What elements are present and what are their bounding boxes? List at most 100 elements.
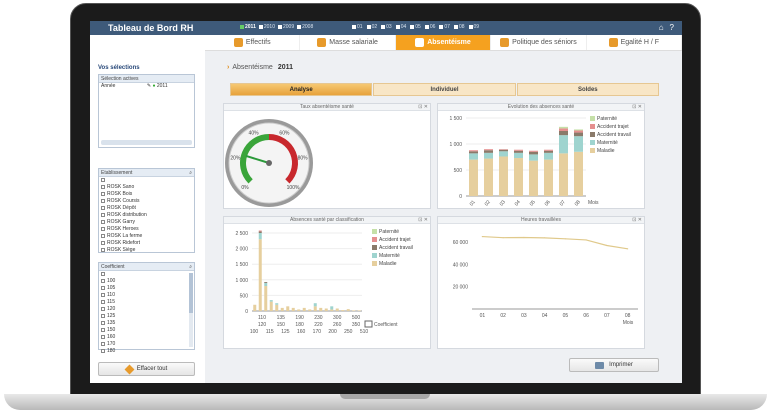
- help-icon[interactable]: ?: [670, 23, 674, 32]
- checkbox[interactable]: [395, 25, 400, 29]
- bar-segment-maladie[interactable]: [291, 307, 295, 311]
- clear-all-button[interactable]: Effacer tout: [98, 362, 195, 376]
- bar-segment-maladie[interactable]: [469, 159, 478, 196]
- horizontal-scrollbar[interactable]: [101, 140, 192, 145]
- bar-segment-accident-trajet[interactable]: [574, 130, 583, 133]
- list-item[interactable]: 120: [99, 306, 194, 313]
- line-point[interactable]: [627, 248, 629, 250]
- checkbox[interactable]: [258, 25, 263, 29]
- sub-tab[interactable]: Analyse: [230, 83, 373, 96]
- checkbox[interactable]: [101, 177, 105, 182]
- checkbox[interactable]: [101, 247, 105, 252]
- list-item[interactable]: 170: [99, 341, 194, 348]
- nav-tab[interactable]: Politique des séniors: [491, 35, 587, 50]
- list-item[interactable]: 100: [99, 278, 194, 285]
- list-item[interactable]: ROSK Bois: [99, 191, 194, 198]
- bar-segment-maladie[interactable]: [341, 310, 345, 311]
- line-point[interactable]: [523, 236, 525, 239]
- home-icon[interactable]: ⌂: [659, 23, 664, 32]
- panel-tools-icon[interactable]: ⊡ ✕: [418, 104, 428, 111]
- list-item[interactable]: 125: [99, 313, 194, 320]
- bar-segment-accident-trajet[interactable]: [484, 149, 493, 151]
- line-point[interactable]: [606, 244, 608, 247]
- nav-tab[interactable]: Egalité H / F: [587, 35, 682, 50]
- checkbox[interactable]: [101, 198, 105, 203]
- bar-segment-accident-travail[interactable]: [499, 149, 508, 152]
- list-item[interactable]: 160: [99, 334, 194, 341]
- checkbox[interactable]: [101, 334, 105, 339]
- bar-segment-accident-travail[interactable]: [264, 281, 268, 283]
- bar-segment-maternité[interactable]: [484, 152, 493, 159]
- checkbox[interactable]: [101, 226, 105, 231]
- month-chip-02[interactable]: 02: [366, 24, 377, 30]
- bar-segment-accident-trajet[interactable]: [559, 128, 568, 131]
- bar-segment-maladie[interactable]: [264, 286, 268, 311]
- line-point[interactable]: [585, 239, 587, 241]
- bar-segment-paternité[interactable]: [574, 129, 583, 131]
- bar-segment-maladie[interactable]: [308, 309, 312, 311]
- bar-segment-accident-trajet[interactable]: [499, 149, 508, 150]
- bar-segment-maladie[interactable]: [330, 309, 334, 311]
- checkbox[interactable]: [101, 240, 105, 245]
- search-icon[interactable]: ⌕: [189, 170, 192, 176]
- bar-segment-accident-travail[interactable]: [469, 151, 478, 154]
- bar-segment-accident-travail[interactable]: [514, 150, 523, 153]
- bar-segment-maladie[interactable]: [297, 309, 301, 311]
- month-chip-06[interactable]: 06: [424, 24, 435, 30]
- bar-segment-maladie[interactable]: [544, 159, 553, 196]
- bar-segment-accident-travail[interactable]: [258, 231, 262, 233]
- bar-segment-paternité[interactable]: [559, 126, 568, 129]
- month-chip-09[interactable]: 09: [468, 24, 479, 30]
- bar-segment-accident-travail[interactable]: [484, 150, 493, 153]
- list-item[interactable]: ROSK Ridefort: [99, 240, 194, 247]
- checkbox[interactable]: [101, 306, 105, 311]
- bar-segment-accident-travail[interactable]: [529, 151, 538, 155]
- list-item[interactable]: ROSK Dépôt: [99, 205, 194, 212]
- checkbox[interactable]: [101, 299, 105, 304]
- bar-segment-maladie[interactable]: [357, 310, 361, 311]
- checkbox[interactable]: [439, 25, 444, 29]
- bar-segment-maternité[interactable]: [499, 151, 508, 157]
- bar-segment-accident-travail[interactable]: [559, 131, 568, 136]
- checkbox[interactable]: [101, 348, 105, 353]
- checkbox[interactable]: [101, 191, 105, 196]
- list-item[interactable]: 150: [99, 327, 194, 334]
- bar-segment-maladie[interactable]: [319, 307, 323, 311]
- bar-segment-maladie[interactable]: [335, 308, 339, 311]
- bar-segment-maladie[interactable]: [258, 239, 262, 311]
- print-button[interactable]: Imprimer: [569, 358, 659, 372]
- list-item[interactable]: 115: [99, 299, 194, 306]
- bar-segment-maternité[interactable]: [258, 233, 262, 240]
- line-point[interactable]: [544, 237, 546, 239]
- bar-segment-maladie[interactable]: [286, 306, 290, 311]
- checkbox[interactable]: [381, 25, 386, 29]
- bar-segment-accident-travail[interactable]: [544, 150, 553, 153]
- bar-segment-accident-trajet[interactable]: [529, 150, 538, 152]
- list-item[interactable]: ROSK Coursis: [99, 198, 194, 205]
- checkbox[interactable]: [352, 25, 356, 29]
- bar-segment-maternité[interactable]: [313, 303, 317, 307]
- list-item[interactable]: 135: [99, 320, 194, 327]
- bar-segment-maternité[interactable]: [544, 152, 553, 160]
- checkbox[interactable]: [297, 25, 302, 29]
- bar-segment-maladie[interactable]: [313, 306, 317, 311]
- checkbox[interactable]: [101, 219, 105, 224]
- month-chip-03[interactable]: 03: [381, 24, 392, 30]
- checkbox[interactable]: [101, 205, 105, 210]
- checkbox[interactable]: [468, 25, 473, 29]
- bar-segment-maternité[interactable]: [264, 282, 268, 287]
- bar-segment-maladie[interactable]: [269, 301, 273, 311]
- year-chip-2010[interactable]: 2010: [258, 24, 275, 30]
- checkbox[interactable]: [101, 327, 105, 332]
- bar-segment-maladie[interactable]: [302, 307, 306, 311]
- line-point[interactable]: [564, 238, 566, 240]
- checkbox[interactable]: [101, 320, 105, 325]
- month-chip-01[interactable]: 01: [352, 24, 363, 30]
- checkbox[interactable]: [366, 25, 371, 29]
- month-chip-07[interactable]: 07: [439, 24, 450, 30]
- month-chip-04[interactable]: 04: [395, 24, 406, 30]
- sub-tab[interactable]: Soldes: [516, 83, 659, 96]
- panel-tools-icon[interactable]: ⊡ ✕: [632, 217, 642, 224]
- hours-line[interactable]: [482, 235, 628, 250]
- checkbox[interactable]: [101, 233, 105, 238]
